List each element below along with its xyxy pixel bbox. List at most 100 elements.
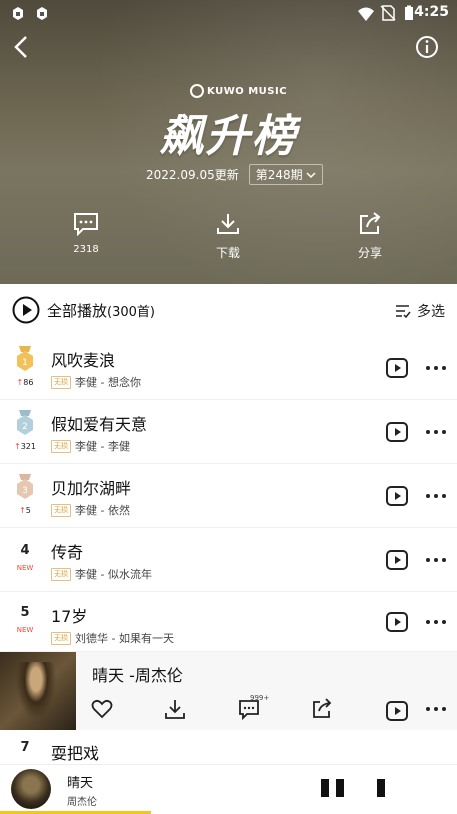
artist-album: 刘德华 - 如果有一天	[75, 632, 174, 645]
more-icon[interactable]	[425, 492, 447, 500]
period-selector[interactable]: 第248期	[248, 164, 323, 185]
player-album-art[interactable]	[11, 769, 51, 809]
artist-album: 李健 - 李健	[75, 440, 130, 453]
download-label: 下载	[215, 246, 240, 260]
svg-text:2: 2	[22, 422, 28, 432]
svg-text:1: 1	[22, 358, 28, 368]
silver-medal-icon: 2	[17, 410, 33, 435]
gold-medal-icon: 1	[17, 346, 33, 371]
play-all-button[interactable]: 全部播放(300首)	[47, 300, 155, 321]
mv-icon[interactable]	[386, 700, 408, 722]
song-row[interactable]: 7 耍把戏	[0, 730, 457, 764]
expanded-song-row[interactable]: 晴天 -周杰伦 999+	[0, 652, 457, 730]
download-icon	[217, 214, 239, 234]
app-notification-icon	[13, 7, 23, 20]
song-row[interactable]: 5 NEW 17岁 无损 刘德华 - 如果有一天	[0, 592, 457, 652]
no-sim-icon	[380, 5, 396, 21]
rank-change: NEW	[16, 626, 34, 634]
status-bar: 4:25	[0, 0, 457, 28]
lossless-badge: 无损	[51, 439, 71, 453]
album-cover[interactable]	[0, 652, 76, 730]
wifi-icon	[358, 7, 374, 21]
song-subtitle: 无损 刘德华 - 如果有一天	[51, 630, 174, 646]
mv-icon[interactable]	[386, 612, 408, 632]
download-button[interactable]: 下载	[198, 212, 258, 261]
rank-number: 5	[20, 605, 30, 620]
player-song-title: 晴天	[67, 776, 94, 791]
player-artist: 周杰伦	[67, 797, 97, 808]
mv-icon[interactable]	[386, 358, 408, 378]
heart-icon[interactable]	[91, 698, 113, 720]
song-subtitle: 无损 李健 - 依然	[51, 502, 130, 518]
song-title: 耍把戏	[51, 744, 100, 763]
more-icon[interactable]	[425, 364, 447, 372]
more-icon[interactable]	[425, 428, 447, 436]
song-row[interactable]: 4 NEW 传奇 无损 李健 - 似水流年	[0, 528, 457, 592]
rank-change: ↑321	[14, 442, 36, 451]
chart-header: 4:25 KUWO MUSIC 飙升榜 2022.09.05更新 第248期 2…	[0, 0, 457, 284]
lossless-badge: 无损	[51, 503, 71, 517]
share-icon[interactable]	[311, 698, 333, 720]
play-all-icon[interactable]	[12, 296, 40, 324]
rank-change: ↑86	[16, 378, 34, 387]
info-icon[interactable]	[413, 33, 441, 61]
app-notification-icon	[37, 7, 47, 20]
pause-icon[interactable]	[321, 779, 345, 797]
mv-icon[interactable]	[386, 422, 408, 442]
brand-logo: KUWO MUSIC	[190, 84, 287, 98]
play-all-bar: 全部播放(300首) 多选	[0, 284, 457, 336]
comment-badge: 999+	[250, 694, 270, 702]
brand-name: KUWO MUSIC	[207, 85, 288, 97]
more-icon[interactable]	[425, 705, 447, 713]
mv-icon[interactable]	[386, 550, 408, 570]
download-icon[interactable]	[164, 698, 186, 720]
song-subtitle: 无损 李健 - 想念你	[51, 374, 141, 390]
update-info: 2022.09.05更新 第248期	[146, 164, 323, 185]
song-title: 晴天 -周杰伦	[92, 666, 183, 685]
rank-number: 4	[20, 543, 30, 558]
song-title: 贝加尔湖畔	[51, 479, 132, 498]
rank-change: NEW	[16, 564, 34, 572]
kuwo-logo-icon	[190, 84, 204, 98]
comment-button[interactable]: 2318	[56, 212, 116, 255]
lossless-badge: 无损	[51, 567, 71, 581]
more-icon[interactable]	[425, 618, 447, 626]
lossless-badge: 无损	[51, 375, 71, 389]
song-row[interactable]: 2 ↑321 假如爱有天意 无损 李健 - 李健	[0, 400, 457, 464]
share-label: 分享	[357, 246, 382, 260]
song-title: 传奇	[51, 543, 84, 562]
song-title: 风吹麦浪	[51, 351, 116, 370]
comment-icon	[74, 213, 98, 237]
svg-text:3: 3	[22, 486, 28, 496]
multi-select-button[interactable]: 多选	[395, 301, 445, 321]
song-count: (300首)	[107, 305, 155, 320]
period-label: 第248期	[255, 168, 303, 182]
artist-album: 李健 - 似水流年	[75, 568, 152, 581]
song-title: 17岁	[51, 607, 88, 626]
multi-select-icon	[396, 305, 411, 318]
artist-album: 李健 - 依然	[75, 504, 130, 517]
song-subtitle: 无损 李健 - 李健	[51, 438, 130, 454]
clock: 4:25	[414, 4, 449, 20]
chart-title: 飙升榜	[159, 111, 298, 162]
update-date: 2022.09.05更新	[146, 168, 239, 182]
back-icon[interactable]	[8, 33, 36, 61]
playlist-icon[interactable]	[377, 779, 385, 797]
chevron-down-icon	[306, 171, 316, 178]
share-button[interactable]: 分享	[340, 212, 400, 261]
song-row[interactable]: 3 ↑5 贝加尔湖畔 无损 李健 - 依然	[0, 464, 457, 528]
bronze-medal-icon: 3	[17, 474, 33, 499]
share-icon	[360, 212, 381, 234]
song-row[interactable]: 1 ↑86 风吹麦浪 无损 李健 - 想念你	[0, 336, 457, 400]
mv-icon[interactable]	[386, 486, 408, 506]
song-title: 假如爱有天意	[51, 415, 148, 434]
rank-number: 7	[20, 740, 30, 755]
multi-select-label: 多选	[417, 304, 445, 320]
rank-change: ↑5	[19, 506, 31, 515]
song-subtitle: 无损 李健 - 似水流年	[51, 566, 152, 582]
mini-player[interactable]: 晴天 周杰伦	[0, 764, 457, 814]
comment-count: 2318	[73, 244, 99, 255]
play-all-label: 全部播放	[47, 302, 108, 320]
more-icon[interactable]	[425, 556, 447, 564]
lossless-badge: 无损	[51, 631, 71, 645]
